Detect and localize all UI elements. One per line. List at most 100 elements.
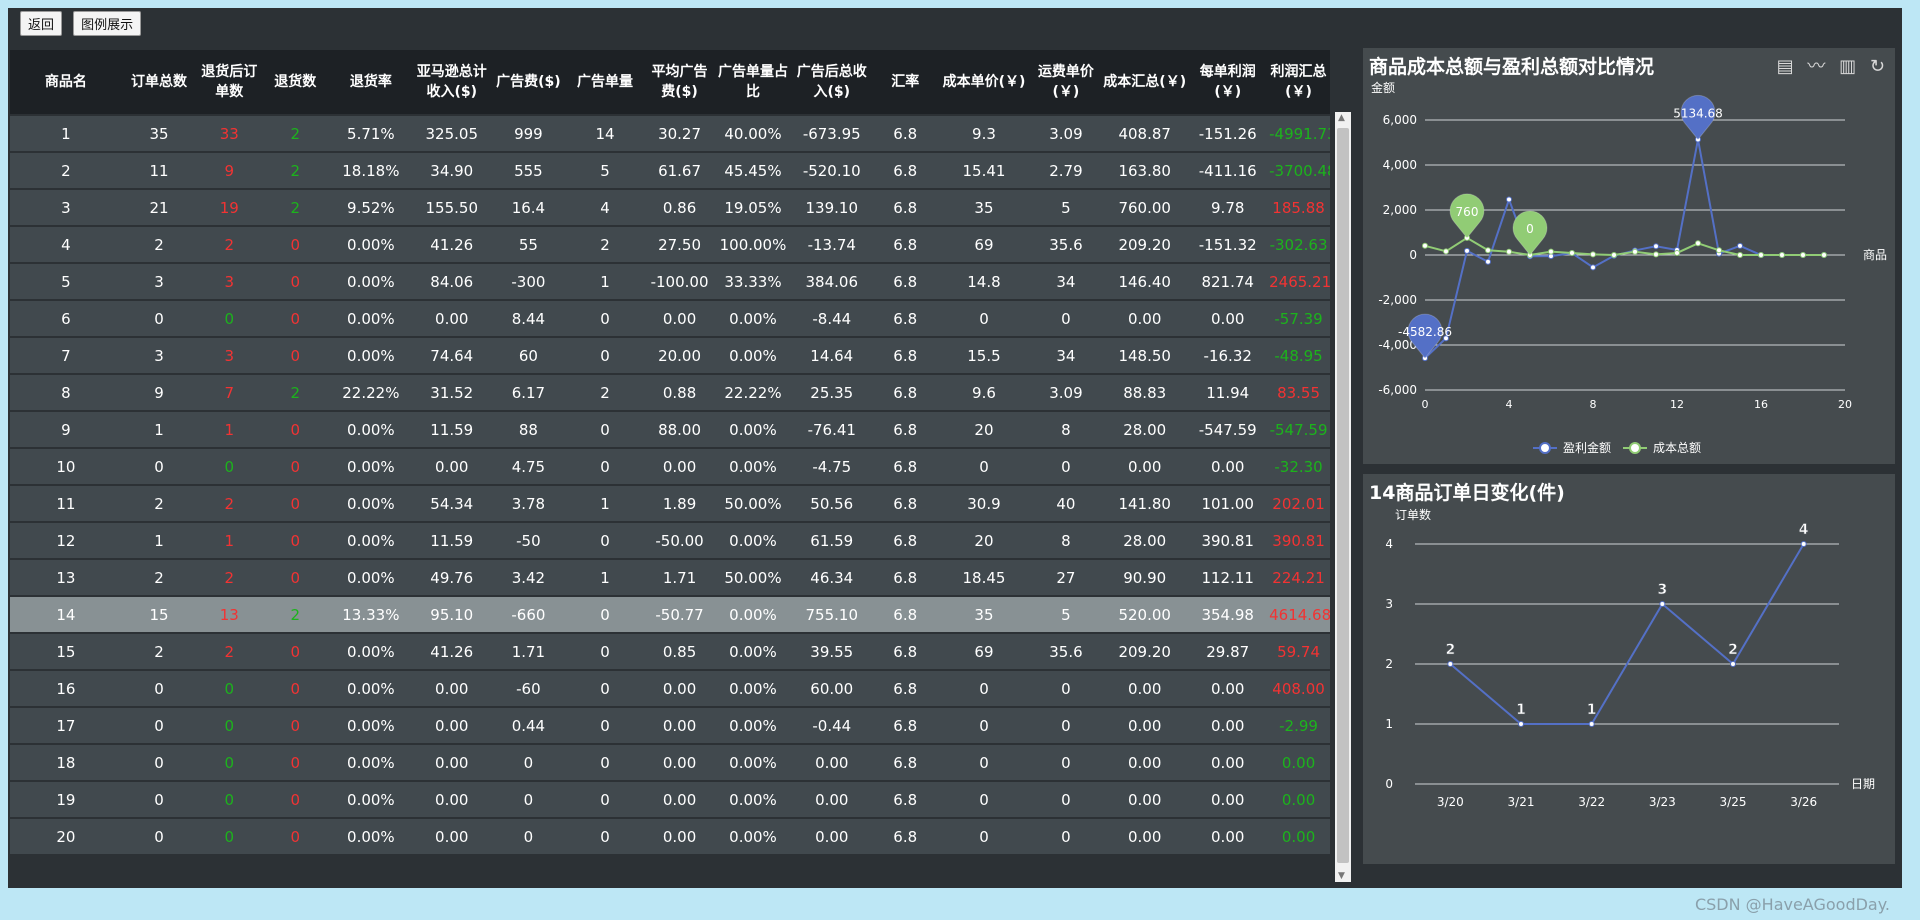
column-header: 汇率 [873, 50, 938, 114]
table-cell: 0.00 [413, 819, 491, 854]
product-table-container: 商品名 订单总数 退货后订单数 退货数 退货率 亚马逊总计收入($) 广告费($) 广告单量平… [10, 48, 1330, 866]
scroll-down-arrow-icon[interactable]: ▼ [1338, 871, 1345, 881]
table-row[interactable]: 19 0 0 0 0.00% 0.00 0 0 0.00 0.00% 0.00 6.8 0 0 0.00 0.… [10, 782, 1330, 817]
table-cell: 0 [121, 708, 197, 743]
table-cell: 354.98 [1188, 597, 1268, 632]
table-cell: 0 [262, 634, 329, 669]
table-row[interactable]: 8 9 7 2 22.22% 31.52 6.17 2 0.88 22.22% 25.35 6.8 9.… [10, 375, 1330, 410]
data-point [1443, 248, 1449, 255]
table-cell: 0.00 [1267, 745, 1330, 780]
table-cell: -13.74 [790, 227, 874, 262]
table-row[interactable]: 12 1 1 0 0.00% 11.59 -50 0 -50.00 0.00% 61.59 6.8 20… [10, 523, 1330, 558]
table-cell: 0.00% [328, 671, 414, 706]
table-cell: 0.00 [1101, 301, 1189, 336]
table-cell: 0.00 [1188, 819, 1268, 854]
table-row[interactable]: 3 21 19 2 9.52% 155.50 16.4 4 0.86 19.05% 139.10 6.… [10, 190, 1330, 225]
table-row[interactable]: 16 0 0 0 0.00% 0.00 -60 0 0.00 0.00% 60.00 6.8 0 0 0.0… [10, 671, 1330, 706]
table-cell: 0.00% [715, 597, 791, 632]
table-cell: -300 [490, 264, 567, 299]
table-cell: 760.00 [1101, 190, 1189, 225]
table-cell: 0 [196, 708, 263, 743]
data-point [1800, 252, 1806, 258]
table-row[interactable]: 15 2 2 0 0.00% 41.26 1.71 0 0.85 0.00% 39.55 6.8 69 3… [10, 634, 1330, 669]
table-cell: 15 [10, 634, 122, 669]
table-cell: 35.6 [1030, 227, 1102, 262]
x-tick-label: 3/26 [1790, 795, 1817, 809]
table-cell: 0.00% [328, 338, 414, 373]
table-cell: 0.00 [643, 819, 716, 854]
table-row[interactable]: 4 2 2 0 0.00% 41.26 55 2 27.50 100.00% -13.74 6.8 69… [10, 227, 1330, 262]
table-row[interactable]: 2 11 9 2 18.18% 34.90 555 5 61.67 45.45% -520.10 6.… [10, 153, 1330, 188]
table-cell: 19.05% [715, 190, 791, 225]
table-cell: -4991.73 [1267, 116, 1330, 151]
table-cell: -673.95 [790, 116, 874, 151]
table-cell: 6.8 [873, 449, 938, 484]
data-point [1821, 252, 1827, 258]
table-cell: 16.4 [490, 190, 567, 225]
back-button[interactable]: 返回 [20, 11, 63, 36]
table-cell: -50 [490, 523, 567, 558]
table-scrollbar[interactable]: ▲ ▼ [1335, 112, 1351, 882]
table-cell: 0.00% [328, 449, 414, 484]
table-row[interactable]: 5 3 3 0 0.00% 84.06 -300 1 -100.00 33.33% 384.06 6.… [10, 264, 1330, 299]
table-cell: 20 [937, 412, 1031, 447]
table-cell: 14.8 [937, 264, 1031, 299]
table-cell: 3 [196, 264, 263, 299]
table-cell: 3 [121, 264, 197, 299]
table-cell: 8 [1030, 412, 1102, 447]
data-point [1506, 196, 1512, 203]
scroll-thumb[interactable] [1337, 128, 1349, 863]
scroll-up-arrow-icon[interactable]: ▲ [1338, 113, 1345, 123]
table-cell: 19 [10, 782, 122, 817]
table-cell: 0 [566, 671, 644, 706]
column-header: 广告单量占比 [715, 50, 791, 114]
table-cell: 0 [196, 745, 263, 780]
table-cell: -151.32 [1188, 227, 1268, 262]
table-cell: 6.8 [873, 153, 938, 188]
table-cell: 6.8 [873, 560, 938, 595]
table-row[interactable]: 14 15 13 2 13.33% 95.10 -660 0 -50.77 0.00% 755.10… [10, 597, 1330, 632]
table-cell: 0 [262, 412, 329, 447]
data-point [1588, 721, 1595, 727]
table-row[interactable]: 1 35 33 2 5.71% 325.05 999 14 30.27 40.00% -673.95… [10, 116, 1330, 151]
x-tick-label: 3/20 [1437, 795, 1464, 809]
table-row[interactable]: 20 0 0 0 0.00% 0.00 0 0 0.00 0.00% 0.00 6.8 0 0 0.00 0.… [10, 819, 1330, 854]
table-cell: 88.83 [1101, 375, 1189, 410]
table-row[interactable]: 7 3 3 0 0.00% 74.64 60 0 20.00 0.00% 14.64 6.8 15.5 3… [10, 338, 1330, 373]
table-row[interactable]: 13 2 2 0 0.00% 49.76 3.42 1 1.71 50.00% 46.34 6.8 18… [10, 560, 1330, 595]
data-point [1779, 252, 1785, 258]
data-label: 4 [1799, 522, 1809, 538]
table-row[interactable]: 9 1 1 0 0.00% 11.59 88 0 88.00 0.00% -76.41 6.8 20 8 2… [10, 412, 1330, 447]
table-cell: 3 [121, 338, 197, 373]
table-cell: 9.6 [937, 375, 1031, 410]
table-cell: -76.41 [790, 412, 874, 447]
table-cell: 0 [262, 264, 329, 299]
table-cell: 0 [262, 301, 329, 336]
table-cell: 2 [121, 227, 197, 262]
table-cell: 14.64 [790, 338, 874, 373]
table-cell: 1 [566, 560, 644, 595]
table-cell: 6.8 [873, 227, 938, 262]
table-cell: 0.00 [1188, 301, 1268, 336]
table-cell: 19 [196, 190, 263, 225]
table-cell: 0.00 [643, 782, 716, 817]
marker-pin-label: -4582.86 [1398, 325, 1452, 339]
table-row[interactable]: 10 0 0 0 0.00% 0.00 4.75 0 0.00 0.00% -4.75 6.8 0 0 0.… [10, 449, 1330, 484]
column-header: 订单总数 [121, 50, 197, 114]
y-tick-label: 1 [1385, 717, 1393, 731]
table-row[interactable]: 17 0 0 0 0.00% 0.00 0.44 0 0.00 0.00% -0.44 6.8 0 0 0.… [10, 708, 1330, 743]
table-cell: 408.00 [1267, 671, 1330, 706]
table-cell: 1 [121, 412, 197, 447]
table-cell: -4.75 [790, 449, 874, 484]
table-cell: 11.59 [413, 523, 491, 558]
table-cell: 50.00% [715, 560, 791, 595]
table-cell: 9 [121, 375, 197, 410]
table-cell: 9.52% [328, 190, 414, 225]
data-point [1506, 248, 1512, 255]
table-row[interactable]: 6 0 0 0 0.00% 0.00 8.44 0 0.00 0.00% -8.44 6.8 0 0 0.0… [10, 301, 1330, 336]
table-cell: 6.8 [873, 671, 938, 706]
table-cell: 0 [196, 819, 263, 854]
table-row[interactable]: 18 0 0 0 0.00% 0.00 0 0 0.00 0.00% 0.00 6.8 0 0 0.00 0.… [10, 745, 1330, 780]
table-row[interactable]: 11 2 2 0 0.00% 54.34 3.78 1 1.89 50.00% 50.56 6.8 30… [10, 486, 1330, 521]
legend-display-button[interactable]: 图例展示 [73, 11, 142, 36]
